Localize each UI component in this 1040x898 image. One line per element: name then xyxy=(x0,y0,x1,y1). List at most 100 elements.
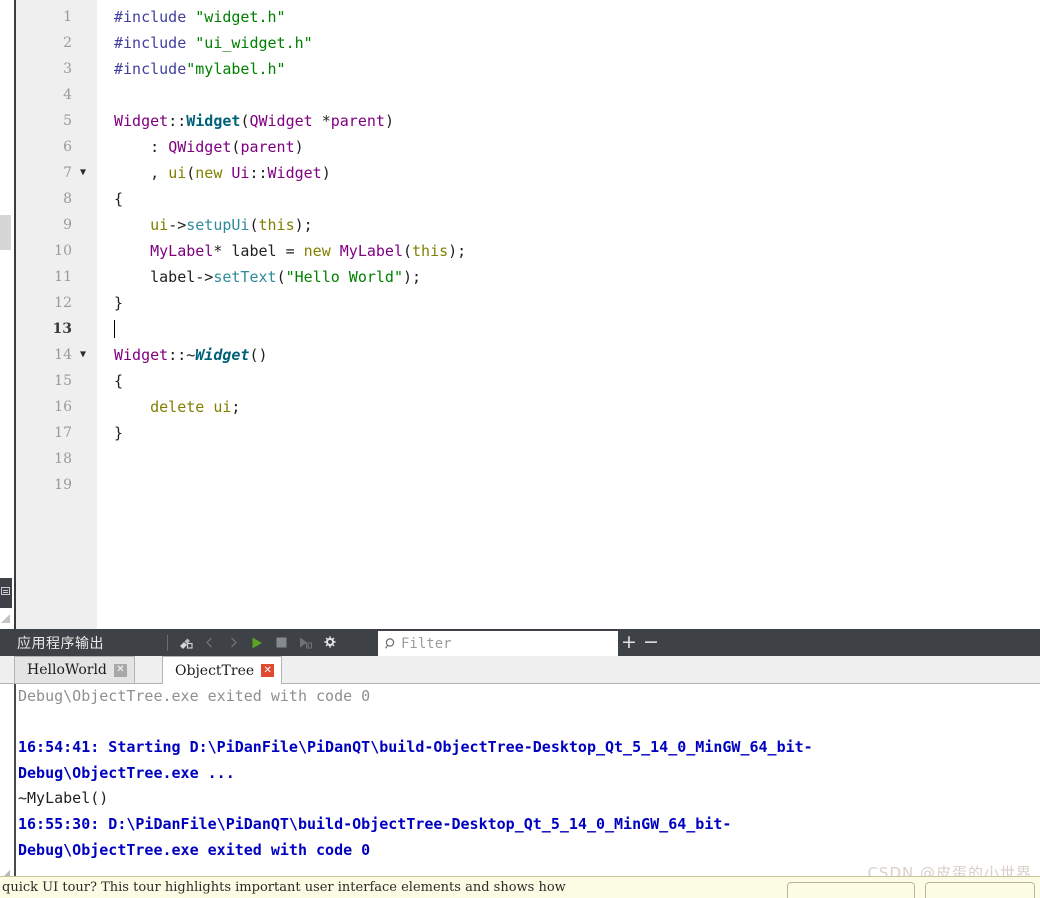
zoom-controls: + − xyxy=(618,629,662,656)
status-tooltip-bar: quick UI tour? This tour highlights impo… xyxy=(0,876,1040,898)
code-line[interactable]: 12} xyxy=(16,290,1040,316)
code-line[interactable]: 13 xyxy=(16,316,1040,342)
line-number: 13 xyxy=(52,321,72,337)
fold-marker-icon[interactable]: ▼ xyxy=(80,342,92,368)
console-line: Debug\ObjectTree.exe exited with code 0 xyxy=(18,687,371,705)
filter-placeholder[interactable]: Filter xyxy=(401,636,452,652)
code-line[interactable]: 17} xyxy=(16,420,1040,446)
tab-helloworld[interactable]: HelloWorld ✕ xyxy=(14,656,135,683)
code-text: } xyxy=(114,424,124,442)
toolbar-separator xyxy=(167,634,168,651)
code-text: ui->setupUi(this); xyxy=(150,216,313,234)
tooltip-secondary-button[interactable] xyxy=(925,882,1035,898)
tab-label: HelloWorld xyxy=(27,662,107,678)
code-line[interactable]: 19 xyxy=(16,472,1040,498)
left-edge-strip xyxy=(0,0,14,629)
console-left-border xyxy=(14,684,16,897)
line-number: 4 xyxy=(63,87,72,103)
panel-icon xyxy=(1,587,10,595)
code-text: : QWidget(parent) xyxy=(114,138,304,156)
code-text xyxy=(114,316,115,342)
line-number: 12 xyxy=(54,295,72,311)
line-number: 5 xyxy=(63,113,72,129)
console-line: ~MyLabel() xyxy=(18,789,109,808)
code-line[interactable]: 7 ▼ , ui(new Ui::Widget) xyxy=(16,160,1040,186)
next-item-icon[interactable] xyxy=(222,632,244,654)
code-text: } xyxy=(114,294,124,312)
line-number: 1 xyxy=(63,9,72,25)
output-tab-bar: HelloWorld ✕ ObjectTree ✕ xyxy=(0,656,1040,684)
code-line[interactable]: 6 : QWidget(parent) xyxy=(16,134,1040,160)
line-number: 14 xyxy=(54,347,72,363)
code-text: { xyxy=(114,190,124,208)
code-text: Widget::Widget(QWidget *parent) xyxy=(114,112,394,130)
attach-debugger-icon[interactable] xyxy=(294,632,316,654)
code-text: Widget::~Widget() xyxy=(114,346,268,364)
output-pane-title: 应用程序输出 xyxy=(17,635,104,652)
code-line[interactable]: 10 MyLabel* label = new MyLabel(this); xyxy=(16,238,1040,264)
console-line: 16:55:30: D:\PiDanFile\PiDanQT\build-Obj… xyxy=(18,814,732,833)
line-number: 2 xyxy=(63,35,72,51)
code-line[interactable]: 8{ xyxy=(16,186,1040,212)
editor-vertical-scrollbar-thumb[interactable] xyxy=(0,215,11,250)
code-line[interactable]: 1 #include "widget.h" xyxy=(16,4,1040,30)
code-editor[interactable]: 1 #include "widget.h" 2 #include "ui_widget… xyxy=(14,0,1040,629)
code-text: { xyxy=(114,372,124,390)
code-text: label->setText("Hello World"); xyxy=(150,268,422,286)
text-cursor xyxy=(114,320,115,338)
code-line[interactable]: 15 { xyxy=(16,368,1040,394)
sidebar-panel-toggle[interactable] xyxy=(0,578,12,608)
prev-item-icon[interactable] xyxy=(198,632,220,654)
console-line: 16:54:41: Starting D:\PiDanFile\PiDanQT\… xyxy=(18,738,813,757)
line-number: 9 xyxy=(63,217,72,233)
code-line[interactable]: 9 ui->setupUi(this); xyxy=(16,212,1040,238)
zoom-out-button[interactable]: − xyxy=(640,633,662,652)
output-filter-box[interactable]: Filter xyxy=(378,631,618,656)
zoom-in-button[interactable]: + xyxy=(618,633,640,652)
console-line: Debug\ObjectTree.exe exited with code 0 xyxy=(18,840,371,859)
line-number: 18 xyxy=(54,451,72,467)
tab-label: ObjectTree xyxy=(175,662,255,679)
code-text: #include "widget.h" xyxy=(114,8,286,26)
line-number: 10 xyxy=(54,243,72,259)
line-number: 7 xyxy=(63,165,72,181)
output-toolbar: 应用程序输出 Filter + − xyxy=(0,629,1040,656)
fold-marker-icon[interactable]: ▼ xyxy=(80,160,92,186)
tab-objecttree[interactable]: ObjectTree ✕ xyxy=(162,656,283,684)
code-line[interactable]: 4 xyxy=(16,82,1040,108)
close-icon[interactable]: ✕ xyxy=(113,663,127,677)
code-text: , ui(new Ui::Widget) xyxy=(114,164,331,182)
tooltip-primary-button[interactable] xyxy=(787,882,915,898)
settings-gear-icon[interactable] xyxy=(318,632,340,654)
qt-creator-window: 1 #include "widget.h" 2 #include "ui_widget… xyxy=(0,0,1040,898)
stop-icon[interactable] xyxy=(270,632,292,654)
line-number: 8 xyxy=(63,191,72,207)
code-line[interactable]: 18 xyxy=(16,446,1040,472)
code-content[interactable]: 1 #include "widget.h" 2 #include "ui_widget… xyxy=(16,4,1040,498)
code-line[interactable]: 11 label->setText("Hello World"); xyxy=(16,264,1040,290)
code-line[interactable]: 2 #include "ui_widget.h" xyxy=(16,30,1040,56)
run-icon[interactable] xyxy=(246,632,268,654)
code-text: MyLabel* label = new MyLabel(this); xyxy=(150,242,467,260)
line-number: 11 xyxy=(54,269,72,285)
code-line[interactable]: 16 delete ui; xyxy=(16,394,1040,420)
code-line[interactable]: 5 Widget::Widget(QWidget *parent) xyxy=(16,108,1040,134)
console-line: Debug\ObjectTree.exe ... xyxy=(18,763,235,782)
code-text: #include"mylabel.h" xyxy=(114,60,286,78)
close-icon[interactable]: ✕ xyxy=(261,664,275,677)
line-number: 16 xyxy=(54,399,72,415)
line-number: 15 xyxy=(54,373,72,389)
console-text: Debug\ObjectTree.exe exited with code 0 1… xyxy=(18,684,1040,863)
line-number: 3 xyxy=(63,61,72,77)
application-output-pane: 应用程序输出 Filter + − HelloWorld ✕ ObjectTre… xyxy=(0,629,1040,897)
console-left-margin xyxy=(0,684,14,897)
code-line[interactable]: 3 #include"mylabel.h" xyxy=(16,56,1040,82)
line-number: 17 xyxy=(54,425,72,441)
code-text: #include "ui_widget.h" xyxy=(114,34,313,52)
clear-icon[interactable] xyxy=(174,632,196,654)
line-number: 6 xyxy=(63,139,72,155)
code-text: delete ui; xyxy=(150,398,241,416)
code-line[interactable]: 14 ▼ Widget::~Widget() xyxy=(16,342,1040,368)
tooltip-message: quick UI tour? This tour highlights impo… xyxy=(2,880,566,895)
